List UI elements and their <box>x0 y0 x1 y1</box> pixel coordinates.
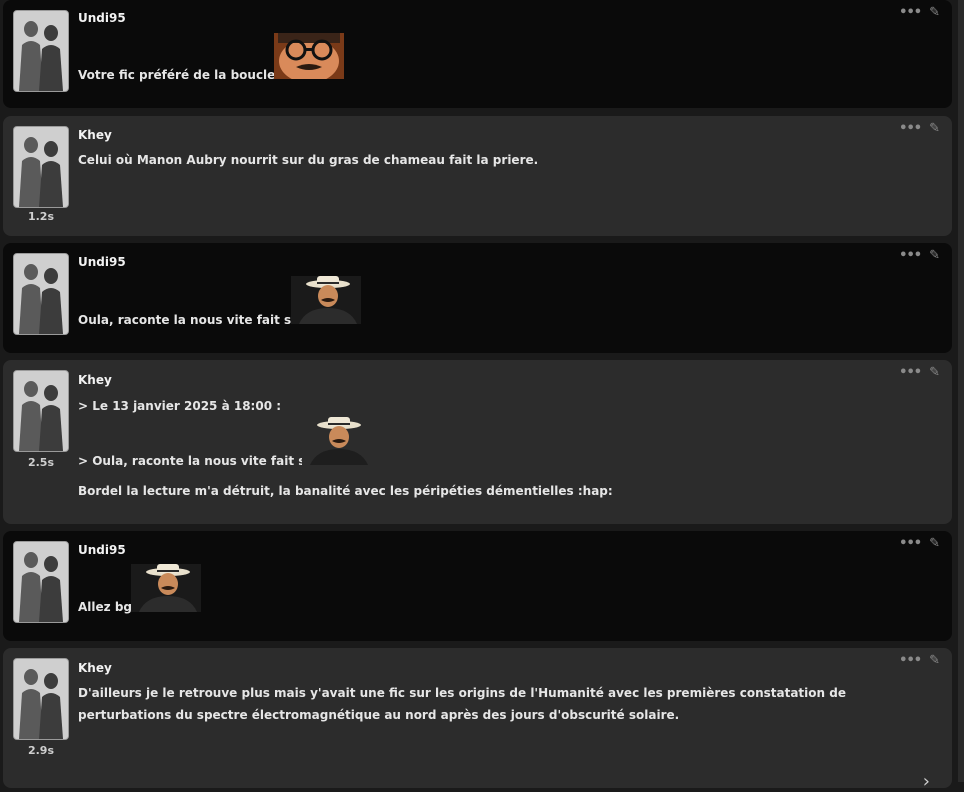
message-text: D'ailleurs je le retrouve plus mais y'av… <box>78 686 846 722</box>
pencil-icon[interactable]: ✎ <box>929 537 940 550</box>
hat-man-sticker <box>302 417 372 465</box>
chat-thread: Undi95 Votre fic préféré de la boucle ? … <box>0 0 964 792</box>
message-khey-3: 2.9s Khey D'ailleurs je le retrouve plus… <box>3 648 952 792</box>
more-dots-icon[interactable]: ••• <box>899 249 922 262</box>
more-dots-icon[interactable]: ••• <box>899 366 922 379</box>
pencil-icon[interactable]: ✎ <box>929 249 940 262</box>
message-text: Celui où Manon Aubry nourrit sur du gras… <box>78 153 539 167</box>
message-khey-1: 1.2s Khey Celui où Manon Aubry nourrit s… <box>3 116 952 236</box>
pencil-icon[interactable]: ✎ <box>929 654 940 667</box>
scrollbar[interactable] <box>958 0 964 782</box>
avatar[interactable] <box>13 541 69 623</box>
pencil-icon[interactable]: ✎ <box>929 122 940 135</box>
message-text: Votre fic préféré de la boucle ? <box>78 68 287 82</box>
author-name[interactable]: Undi95 <box>78 543 126 557</box>
glasses-man-sticker <box>274 33 344 79</box>
hat-man-sticker <box>131 564 201 612</box>
message-text: Oula, raconte la nous vite fait stv <box>78 313 305 327</box>
author-name[interactable]: Khey <box>78 661 112 675</box>
message-undi95-3: Undi95 Allez bg ••• ✎ <box>3 531 952 641</box>
message-text: Allez bg <box>78 600 132 614</box>
author-name[interactable]: Khey <box>78 128 112 142</box>
hat-man-sticker <box>291 276 361 324</box>
pencil-icon[interactable]: ✎ <box>929 366 940 379</box>
response-time: 2.5s <box>27 456 55 469</box>
avatar[interactable] <box>13 253 69 335</box>
message-text: Bordel la lecture m'a détruit, la banali… <box>78 484 613 498</box>
more-dots-icon[interactable]: ••• <box>899 537 922 550</box>
avatar[interactable] <box>13 10 69 92</box>
more-dots-icon[interactable]: ••• <box>899 654 922 667</box>
author-name[interactable]: Khey <box>78 373 112 387</box>
response-time: 2.9s <box>27 744 55 757</box>
pencil-icon[interactable]: ✎ <box>929 6 940 19</box>
more-dots-icon[interactable]: ••• <box>899 122 922 135</box>
quote-header: > Le 13 janvier 2025 à 18:00 : <box>78 399 282 413</box>
author-name[interactable]: Undi95 <box>78 11 126 25</box>
more-dots-icon[interactable]: ••• <box>899 6 922 19</box>
avatar[interactable] <box>13 126 69 208</box>
author-name[interactable]: Undi95 <box>78 255 126 269</box>
response-time: 1.2s <box>27 210 55 223</box>
message-khey-2: 2.5s Khey > Le 13 janvier 2025 à 18:00 :… <box>3 360 952 524</box>
message-undi95-2: Undi95 Oula, raconte la nous vite fait s… <box>3 243 952 353</box>
avatar[interactable] <box>13 370 69 452</box>
quote-line: > Oula, raconte la nous vite fait stv <box>78 454 319 468</box>
message-undi95-1: Undi95 Votre fic préféré de la boucle ? … <box>3 0 952 108</box>
avatar[interactable] <box>13 658 69 740</box>
